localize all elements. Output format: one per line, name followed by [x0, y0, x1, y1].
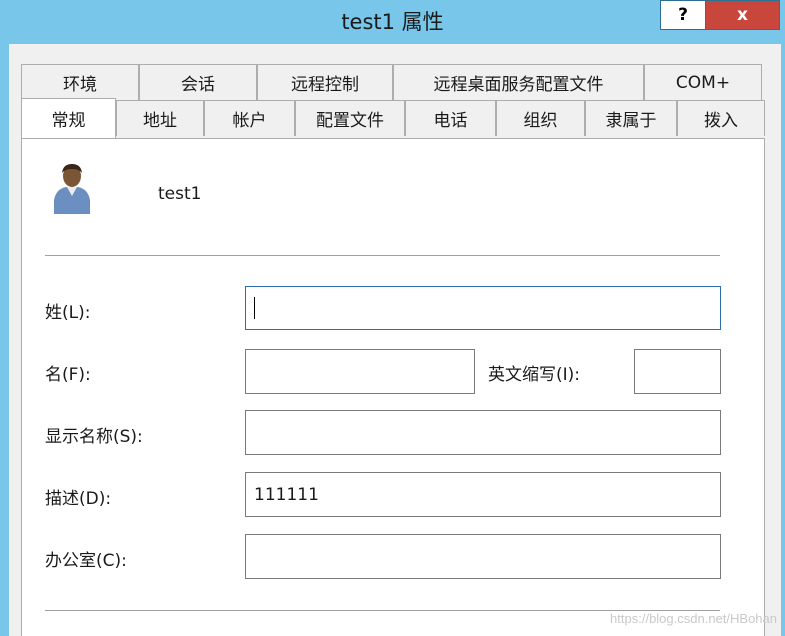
separator [45, 255, 720, 256]
office-label: 办公室(C): [45, 551, 127, 571]
help-button[interactable]: ? [660, 0, 706, 30]
last-name-label: 姓(L): [45, 303, 91, 323]
close-icon: x [737, 5, 748, 25]
help-icon: ? [678, 5, 688, 25]
tab-account[interactable]: 帐户 [204, 100, 295, 136]
display-name-field[interactable] [245, 410, 721, 455]
watermark: https://blog.csdn.net/HBohan [610, 611, 777, 626]
tab-dial-in[interactable]: 拨入 [677, 100, 765, 136]
tab-organization[interactable]: 组织 [496, 100, 585, 136]
initials-field[interactable] [634, 349, 721, 394]
office-field[interactable] [245, 534, 721, 579]
first-name-field[interactable] [245, 349, 475, 394]
last-name-field[interactable] [245, 286, 721, 330]
first-name-label: 名(F): [45, 365, 91, 385]
tab-remote-desktop-profile[interactable]: 远程桌面服务配置文件 [393, 64, 644, 100]
tab-remote-control[interactable]: 远程控制 [257, 64, 393, 100]
tab-general[interactable]: 常规 [21, 98, 116, 138]
tab-com-plus[interactable]: COM+ [644, 64, 762, 100]
initials-label: 英文缩写(I): [488, 365, 581, 385]
description-field[interactable]: 111111 [245, 472, 721, 517]
user-display-name: test1 [158, 184, 202, 204]
text-caret [254, 297, 255, 319]
display-name-label: 显示名称(S): [45, 427, 143, 447]
description-label: 描述(D): [45, 489, 112, 509]
tab-telephones[interactable]: 电话 [405, 100, 496, 136]
tab-address[interactable]: 地址 [116, 100, 204, 136]
user-icon [52, 162, 92, 218]
tab-profile[interactable]: 配置文件 [295, 100, 405, 136]
tab-environment[interactable]: 环境 [21, 64, 139, 100]
tab-member-of[interactable]: 隶属于 [585, 100, 677, 136]
tab-sessions[interactable]: 会话 [139, 64, 257, 100]
close-button[interactable]: x [705, 0, 780, 30]
